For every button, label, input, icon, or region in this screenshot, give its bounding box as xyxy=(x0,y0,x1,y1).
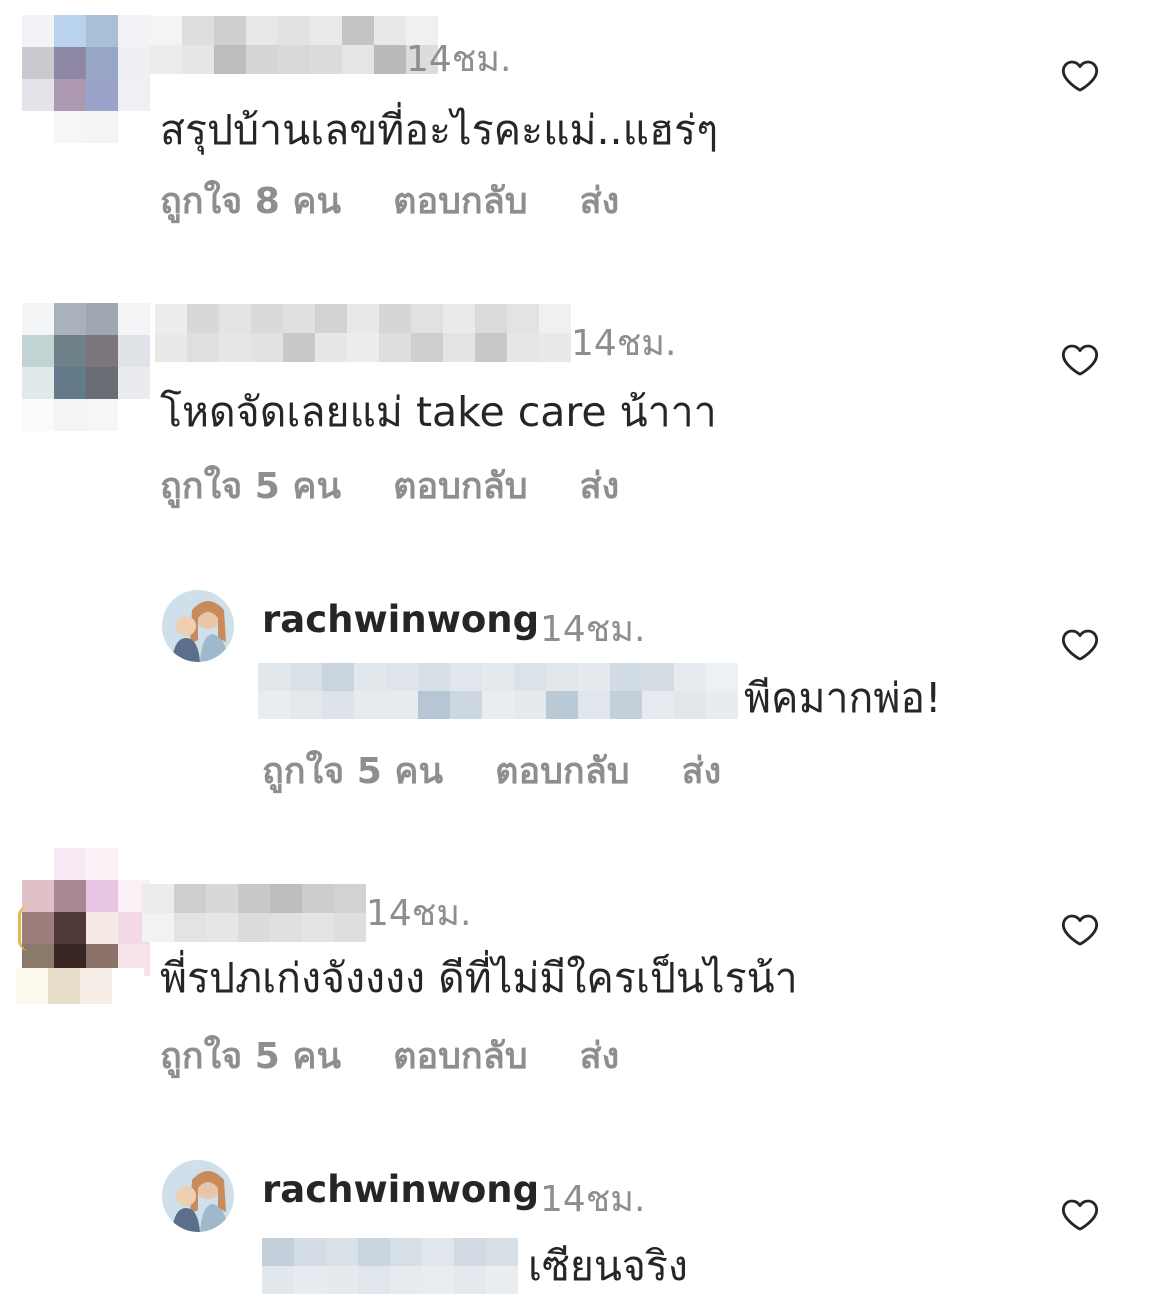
comment-time: 14ชม. xyxy=(366,893,472,934)
mention-redacted[interactable] xyxy=(262,1238,518,1294)
comment-username[interactable]: rachwinwong xyxy=(262,598,539,641)
comment-username[interactable]: rachwinwong xyxy=(262,1168,539,1211)
avatar[interactable] xyxy=(22,15,150,143)
send-button[interactable]: ส่ง xyxy=(682,742,722,799)
username-redacted[interactable] xyxy=(150,16,438,74)
comment-time: 14ชม. xyxy=(540,609,646,650)
reply-button[interactable]: ตอบกลับ xyxy=(393,1027,528,1084)
comment-text: พี่รปภเก่งจังงงง ดีที่ไม่มีใครเป็นไรน้า xyxy=(160,954,798,1002)
reply-button[interactable]: ตอบกลับ xyxy=(495,742,630,799)
comment-actions: ถูกใจ 8 คน ตอบกลับ ส่ง xyxy=(160,172,619,229)
send-button[interactable]: ส่ง xyxy=(580,457,620,514)
avatar[interactable] xyxy=(22,848,150,976)
avatar[interactable] xyxy=(162,590,234,662)
comment-text: โหดจัดเลยแม่ take care น้าาา xyxy=(160,388,717,436)
comment-text: สรุปบ้านเลขที่อะไรคะแม่..แฮร่ๆ xyxy=(160,106,719,154)
comment-time: 14ชม. xyxy=(406,39,512,80)
username-redacted[interactable] xyxy=(142,884,366,942)
comment-actions: ถูกใจ 5 คน ตอบกลับ ส่ง xyxy=(262,742,721,799)
heart-outline-icon[interactable] xyxy=(1060,625,1100,665)
username-redacted[interactable] xyxy=(155,304,571,362)
heart-outline-icon[interactable] xyxy=(1060,1195,1100,1235)
avatar-bottom xyxy=(16,968,144,1004)
mention-redacted[interactable] xyxy=(258,663,738,719)
heart-outline-icon[interactable] xyxy=(1060,340,1100,380)
comment-time: 14ชม. xyxy=(540,1179,646,1220)
story-ring xyxy=(18,905,29,951)
likes-count[interactable]: ถูกใจ 5 คน xyxy=(262,742,443,799)
avatar[interactable] xyxy=(22,303,150,431)
comment-time: 14ชม. xyxy=(571,323,677,364)
avatar-photo xyxy=(162,590,234,662)
reply-button[interactable]: ตอบกลับ xyxy=(393,457,528,514)
likes-count[interactable]: ถูกใจ 5 คน xyxy=(160,457,341,514)
likes-count[interactable]: ถูกใจ 5 คน xyxy=(160,1027,341,1084)
avatar[interactable] xyxy=(162,1160,234,1232)
comment-text: เซียนจริง xyxy=(528,1242,688,1290)
heart-outline-icon[interactable] xyxy=(1060,56,1100,96)
send-button[interactable]: ส่ง xyxy=(580,172,620,229)
heart-outline-icon[interactable] xyxy=(1060,910,1100,950)
reply-button[interactable]: ตอบกลับ xyxy=(393,172,528,229)
likes-count[interactable]: ถูกใจ 8 คน xyxy=(160,172,341,229)
comment-actions: ถูกใจ 5 คน ตอบกลับ ส่ง xyxy=(160,457,619,514)
comment-actions: ถูกใจ 5 คน ตอบกลับ ส่ง xyxy=(160,1027,619,1084)
comment-text: พีคมากพ่อ! xyxy=(744,674,942,722)
avatar-photo xyxy=(162,1160,234,1232)
send-button[interactable]: ส่ง xyxy=(580,1027,620,1084)
